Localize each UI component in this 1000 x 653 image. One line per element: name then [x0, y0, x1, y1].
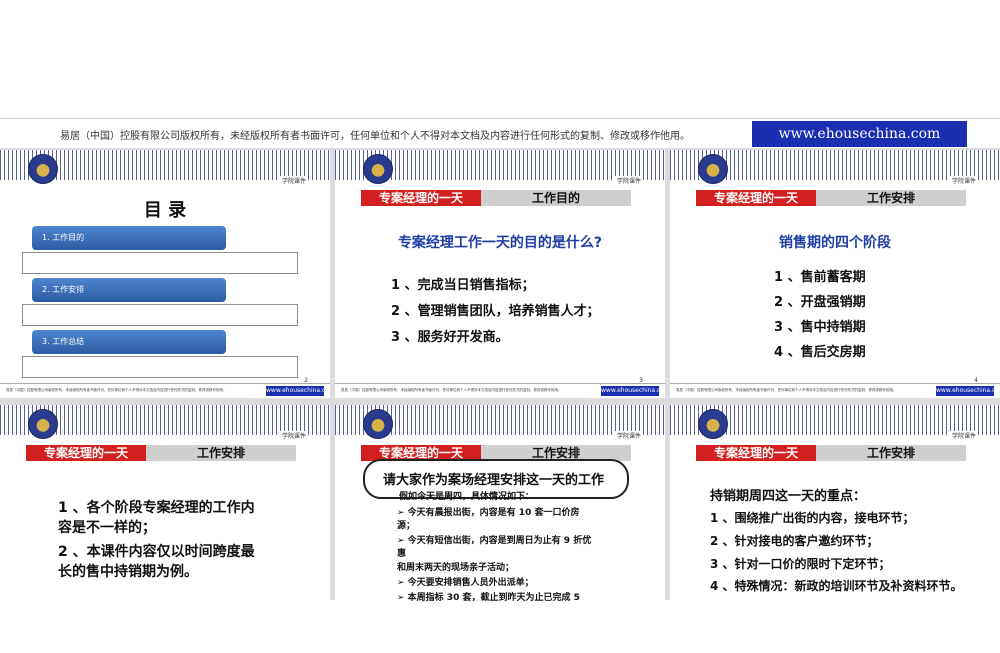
slide-heading: 专案经理工作一天的目的是什么?: [397, 235, 603, 251]
body-line-3: 2 、本课件内容仅以时间跨度最: [58, 544, 255, 560]
top-blank-area: [0, 0, 1000, 118]
bullet-line-1: ➢ 今天有晨报出街，内容是有 10 套一口价房: [397, 508, 580, 518]
body-line-2: 2 、开盘强销期: [774, 295, 866, 310]
bullet-line-3: ➢ 今天有短信出街，内容是到周日为止有 9 折优: [397, 536, 592, 546]
company-emblem-icon: [28, 154, 58, 184]
course-label: 学院课件: [614, 176, 643, 185]
company-emblem-icon: [363, 154, 393, 184]
bullet-line-2: 源；: [397, 521, 416, 531]
footer-copyright: 易居（中国）控股有限公司版权所有，未经版权所有者书面许可，任何单位和个人不得对本…: [676, 388, 897, 392]
bullet-line-6: ➢ 今天要安排销售人员外出派单；: [397, 578, 534, 588]
topic-tab: 工作安排: [816, 190, 966, 206]
section-tab: 专案经理的一天: [696, 190, 816, 206]
body-line-3: 3 、售中持销期: [774, 320, 866, 335]
body-line-2: 2 、管理销售团队，培养销售人才；: [391, 304, 600, 319]
company-emblem-icon: [28, 409, 58, 439]
body-line-1: 1 、各个阶段专案经理的工作内: [58, 500, 255, 516]
toc-box-3: [22, 356, 298, 378]
slide-3-thumbnail[interactable]: 学院课件 专案经理的一天 工作安排 销售期的四个阶段 1 、售前蓄客期 2 、开…: [670, 150, 1000, 398]
topic-tab: 工作安排: [146, 445, 296, 461]
company-emblem-icon: [698, 154, 728, 184]
body-line-4: 4 、售后交房期: [774, 345, 866, 360]
bullet-line-4: 惠: [397, 549, 407, 559]
course-label: 学院课件: [614, 431, 643, 440]
course-label: 学院课件: [279, 176, 308, 185]
toc-item-2[interactable]: 2. 工作安排: [32, 278, 226, 302]
toc-box-1: [22, 252, 298, 274]
slide-5-thumbnail[interactable]: 学院课件 专案经理的一天 工作安排 请大家作为案场经理安排这一天的工作 假如今天…: [335, 405, 665, 653]
body-line-4: 4 、特殊情况：新政的培训环节及补资料环节。: [710, 579, 963, 593]
footer-logo: www.ehousechina.com: [266, 386, 330, 396]
intro-line: 假如今天是周四，具体情况如下：: [399, 492, 535, 502]
section-tab: 专案经理的一天: [696, 445, 816, 461]
company-emblem-icon: [363, 409, 393, 439]
ehousechina-logo[interactable]: www.ehousechina.com: [752, 121, 967, 147]
course-label: 学院课件: [949, 431, 978, 440]
footer-logo: www.ehousechina.com: [936, 386, 1000, 396]
toc-item-3[interactable]: 3. 工作总结: [32, 330, 226, 354]
slide-heading: 持销期周四这一天的重点：: [710, 489, 867, 504]
section-tab: 专案经理的一天: [26, 445, 146, 461]
slide-footer: 易居（中国）控股有限公司版权所有，未经版权所有者书面许可，任何单位和个人不得对本…: [335, 383, 665, 398]
bullet-line-5: 和周末两天的现场亲子活动；: [397, 563, 515, 573]
body-line-3: 3 、针对一口价的限时下定环节；: [710, 557, 891, 571]
course-label: 学院课件: [949, 176, 978, 185]
slide-2-thumbnail[interactable]: 学院课件 专案经理的一天 工作目的 专案经理工作一天的目的是什么? 1 、完成当…: [335, 150, 665, 398]
toc-item-1[interactable]: 1. 工作目的: [32, 226, 226, 250]
slide-footer: 易居（中国）控股有限公司版权所有，未经版权所有者书面许可，任何单位和个人不得对本…: [670, 383, 1000, 398]
question-callout-text: 请大家作为案场经理安排这一天的工作: [383, 473, 605, 488]
body-line-2: 2 、针对接电的客户邀约环节；: [710, 534, 879, 548]
slide-1-thumbnail[interactable]: 学院课件 目 录 1. 工作目的 2. 工作安排 3. 工作总结 2 易居（中国…: [0, 150, 330, 398]
footer-copyright: 易居（中国）控股有限公司版权所有，未经版权所有者书面许可，任何单位和个人不得对本…: [6, 388, 227, 392]
body-line-3: 3 、服务好开发商。: [391, 330, 509, 345]
slide-4-thumbnail[interactable]: 学院课件 专案经理的一天 工作安排 1 、各个阶段专案经理的工作内 容是不一样的…: [0, 405, 330, 653]
body-line-1: 1 、完成当日销售指标；: [391, 278, 535, 293]
bullet-line-7: ➢ 本周指标 30 套，截止到昨天为止已完成 5: [397, 593, 580, 603]
body-line-1: 1 、围绕推广出街的内容，接电环节；: [710, 511, 915, 525]
slide-heading: 销售期的四个阶段: [779, 235, 891, 251]
topic-tab: 工作安排: [816, 445, 966, 461]
company-emblem-icon: [698, 409, 728, 439]
section-tab: 专案经理的一天: [361, 190, 481, 206]
body-line-1: 1 、售前蓄客期: [774, 270, 866, 285]
toc-box-2: [22, 304, 298, 326]
footer-logo: www.ehousechina.com: [601, 386, 665, 396]
slide-footer: 易居（中国）控股有限公司版权所有，未经版权所有者书面许可，任何单位和个人不得对本…: [0, 383, 330, 398]
course-label: 学院课件: [279, 431, 308, 440]
topic-tab: 工作目的: [481, 190, 631, 206]
toc-title: 目 录: [143, 200, 187, 221]
body-line-4: 长的售中持销期为例。: [58, 564, 198, 580]
footer-copyright: 易居（中国）控股有限公司版权所有，未经版权所有者书面许可，任何单位和个人不得对本…: [341, 388, 562, 392]
slide-6-thumbnail[interactable]: 学院课件 专案经理的一天 工作安排 持销期周四这一天的重点： 1 、围绕推广出街…: [670, 405, 1000, 653]
body-line-2: 容是不一样的；: [58, 520, 156, 536]
copyright-text: 易居（中国）控股有限公司版权所有，未经版权所有者书面许可，任何单位和个人不得对本…: [60, 131, 690, 142]
